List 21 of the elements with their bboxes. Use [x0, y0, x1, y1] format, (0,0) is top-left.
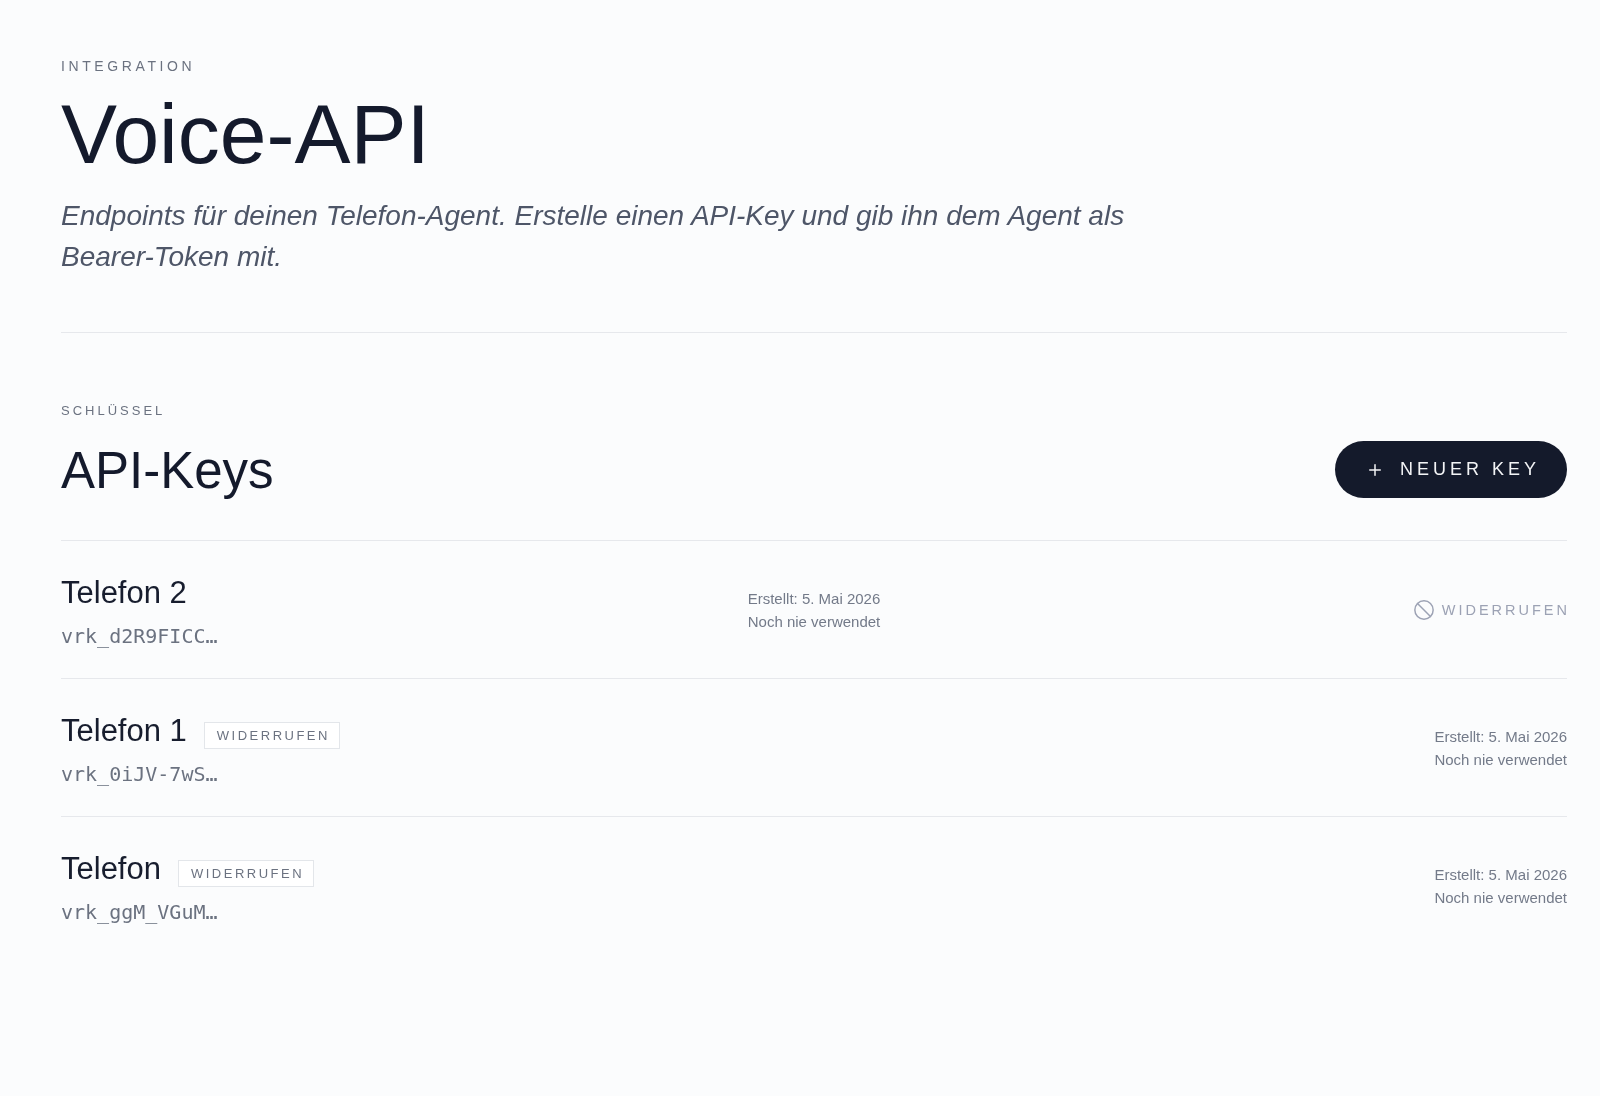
revoked-badge: WIDERRUFEN — [203, 722, 340, 749]
page-title: Voice-API — [61, 86, 430, 182]
created-date: Erstellt: 5. Mai 2026 — [747, 588, 881, 609]
usage-status: Noch nie verwendet — [747, 611, 881, 632]
key-prefix: vrk_ggM_VGuM… — [61, 900, 218, 924]
page-description: Endpoints für deinen Telefon-Agent. Erstelle einen API-Key und gib ihn dem Agent als Bearer-Token mit. — [61, 199, 1126, 274]
created-date: Erstellt: 5. Mai 2026 — [1434, 726, 1567, 747]
usage-status: Noch nie verwendet — [1434, 749, 1567, 770]
key-name: Telefon 1 — [61, 713, 187, 749]
ban-icon — [1412, 598, 1435, 621]
section-eyebrow: INTEGRATION — [61, 57, 196, 75]
key-prefix: vrk_d2R9FICC… — [61, 624, 218, 648]
usage-status: Noch nie verwendet — [1434, 887, 1567, 908]
key-name: Telefon 2 — [61, 575, 187, 611]
key-prefix: vrk_0iJV-7wS… — [61, 762, 218, 786]
section-eyebrow: SCHLÜSSEL — [61, 402, 166, 419]
new-key-button[interactable]: NEUER KEY — [1334, 441, 1567, 498]
revoked-badge: WIDERRUFEN — [177, 860, 315, 887]
key-name: Telefon — [61, 851, 161, 887]
created-date: Erstellt: 5. Mai 2026 — [1434, 864, 1567, 885]
section-title: API-Keys — [61, 441, 274, 501]
